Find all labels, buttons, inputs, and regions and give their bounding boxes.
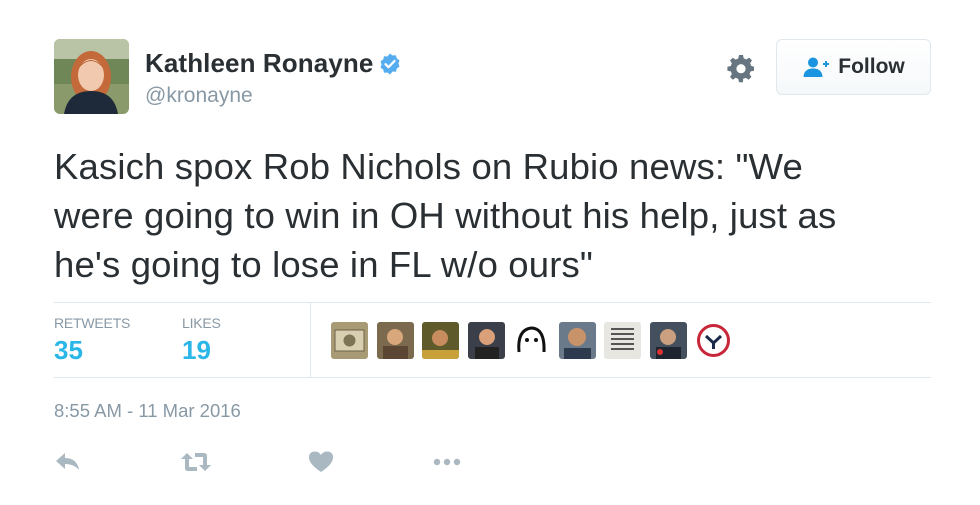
retweets-label: RETWEETS xyxy=(54,315,131,331)
avatar[interactable] xyxy=(54,39,129,114)
retweets-count: 35 xyxy=(54,335,83,365)
likes-label: LIKES xyxy=(182,315,221,331)
tweet-text-line: were going to win in OH without his help… xyxy=(54,195,837,236)
likes-count: 19 xyxy=(182,335,211,365)
stats-divider xyxy=(310,303,311,377)
tweet-stats: RETWEETS 35 LIKES 19 xyxy=(54,302,931,378)
tweet-card: Kathleen Ronayne @kronayne Follow Kasich… xyxy=(0,0,980,505)
user-full-name[interactable]: Kathleen Ronayne xyxy=(145,48,373,79)
follow-button[interactable]: Follow xyxy=(776,39,931,95)
tweet-text-line: Kasich spox Rob Nichols on Rubio news: "… xyxy=(54,146,803,187)
retweet-icon[interactable] xyxy=(180,447,212,477)
user-name-row[interactable]: Kathleen Ronayne xyxy=(145,48,402,79)
liker-avatar[interactable] xyxy=(331,322,368,359)
verified-icon xyxy=(378,52,402,76)
liker-avatar[interactable] xyxy=(604,322,641,359)
follow-button-label: Follow xyxy=(838,55,905,78)
tweet-timestamp[interactable]: 8:55 AM - 11 Mar 2016 xyxy=(54,400,241,422)
add-person-icon xyxy=(802,56,830,78)
reply-icon[interactable] xyxy=(54,447,82,477)
liker-avatar[interactable] xyxy=(650,322,687,359)
more-icon[interactable] xyxy=(432,447,462,477)
liker-avatar[interactable] xyxy=(695,322,732,359)
retweets-stat[interactable]: RETWEETS 35 xyxy=(54,315,130,366)
liker-avatar[interactable] xyxy=(377,322,414,359)
user-handle[interactable]: @kronayne xyxy=(145,84,253,108)
like-icon[interactable] xyxy=(308,447,334,477)
likes-stat[interactable]: LIKES 19 xyxy=(182,315,221,366)
gear-icon[interactable] xyxy=(726,53,756,83)
tweet-text-line: he's going to lose in FL w/o ours" xyxy=(54,244,594,285)
liker-avatar[interactable] xyxy=(422,322,459,359)
liker-avatar[interactable] xyxy=(559,322,596,359)
tweet-text: Kasich spox Rob Nichols on Rubio news: "… xyxy=(54,142,934,289)
liker-avatar[interactable] xyxy=(468,322,505,359)
liker-avatar[interactable] xyxy=(513,322,550,359)
